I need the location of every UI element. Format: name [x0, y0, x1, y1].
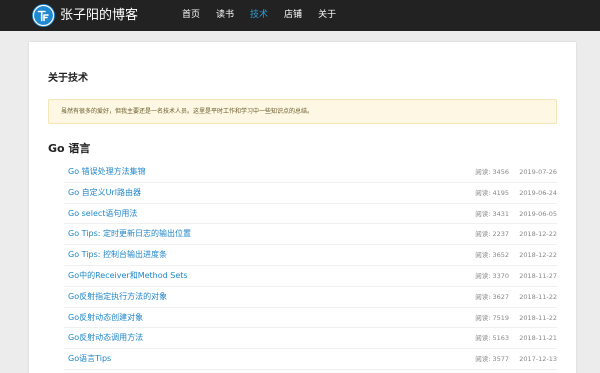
article-link[interactable]: Go反射动态创建对象	[68, 312, 143, 324]
publish-date: 2018-12-22	[519, 230, 557, 239]
top-navbar: 张子阳的博客 首页 读书 技术 店铺 关于	[0, 0, 600, 31]
nav-item-tech[interactable]: 技术	[250, 9, 268, 22]
publish-date: 2019-07-26	[519, 168, 557, 176]
view-count: 阅读: 5163	[475, 334, 509, 343]
article-meta: 阅读: 4195 2019-06-24	[475, 188, 557, 199]
article-row: Go Tips: 定时更新日志的输出位置 阅读: 2237 2018-12-22	[64, 224, 557, 246]
view-count: 阅读: 2237	[475, 230, 509, 239]
article-list: Go 错误处理方法集锦 阅读: 3456 2019-07-26 Go 自定义Url…	[64, 162, 557, 370]
publish-date: 2019-06-05	[519, 209, 557, 218]
publish-date: 2017-12-13	[519, 355, 557, 364]
article-meta: 阅读: 3456 2019-07-26	[475, 167, 557, 178]
view-count: 阅读: 3456	[475, 168, 509, 176]
article-meta: 阅读: 5163 2018-11-21	[475, 333, 557, 344]
view-count: 阅读: 3370	[475, 271, 509, 280]
intro-notice-text: 虽然有很多的爱好，但我主要还是一名技术人员。这里是平时工作和学习中一些知识点的总…	[61, 108, 314, 115]
article-row: Go反射动态创建对象 阅读: 7519 2018-11-22	[64, 308, 557, 329]
intro-notice: 虽然有很多的爱好，但我主要还是一名技术人员。这里是平时工作和学习中一些知识点的总…	[48, 99, 557, 124]
article-row: Go反射指定执行方法的对象 阅读: 3627 2018-11-22	[64, 287, 557, 308]
article-link[interactable]: Go 自定义Url路由器	[68, 187, 141, 199]
article-meta: 阅读: 7519 2018-11-22	[475, 313, 557, 324]
article-link[interactable]: Go反射指定执行方法的对象	[68, 291, 167, 303]
view-count: 阅读: 3627	[475, 292, 509, 301]
section-title-go: Go 语言	[48, 142, 91, 155]
page-title: 关于技术	[48, 73, 88, 84]
article-row: Go 错误处理方法集锦 阅读: 3456 2019-07-26	[64, 162, 557, 183]
article-link[interactable]: Go中的Receiver和Method Sets	[68, 270, 188, 282]
article-row: Go select语句用法 阅读: 3431 2019-06-05	[64, 204, 557, 225]
publish-date: 2018-11-21	[519, 334, 557, 343]
article-link[interactable]: Go 错误处理方法集锦	[68, 166, 146, 178]
publish-date: 2018-11-27	[519, 271, 557, 280]
nav-item-shop[interactable]: 店铺	[284, 9, 302, 22]
site-title[interactable]: 张子阳的博客	[60, 6, 138, 25]
article-row: Go反射动态调用方法 阅读: 5163 2018-11-21	[64, 328, 557, 350]
article-row: Go 自定义Url路由器 阅读: 4195 2019-06-24	[64, 183, 557, 204]
view-count: 阅读: 4195	[475, 188, 509, 197]
article-meta: 阅读: 3370 2018-11-27	[475, 271, 557, 282]
article-link[interactable]: Go select语句用法	[68, 208, 137, 220]
view-count: 阅读: 3431	[475, 209, 509, 218]
article-row: Go Tips: 控制台输出进度条 阅读: 3652 2018-12-22	[64, 245, 557, 266]
main-nav: 首页 读书 技术 店铺 关于	[182, 9, 352, 22]
article-row: Go中的Receiver和Method Sets 阅读: 3370 2018-11…	[64, 266, 557, 287]
article-meta: 阅读: 3652 2018-12-22	[475, 250, 557, 261]
view-count: 阅读: 7519	[475, 313, 509, 322]
article-row: Go语言Tips 阅读: 3577 2017-12-13	[64, 349, 557, 370]
article-meta: 阅读: 2237 2018-12-22	[475, 229, 557, 240]
content-card: 关于技术 虽然有很多的爱好，但我主要还是一名技术人员。这里是平时工作和学习中一些…	[29, 42, 576, 373]
article-link[interactable]: Go反射动态调用方法	[68, 332, 143, 344]
tf-logo-icon[interactable]	[32, 4, 55, 27]
publish-date: 2019-06-24	[519, 188, 557, 197]
article-meta: 阅读: 3431 2019-06-05	[475, 209, 557, 220]
article-meta: 阅读: 3577 2017-12-13	[475, 354, 557, 365]
article-link[interactable]: Go Tips: 控制台输出进度条	[68, 249, 167, 261]
publish-date: 2018-11-22	[519, 292, 557, 301]
article-meta: 阅读: 3627 2018-11-22	[475, 292, 557, 303]
nav-item-reading[interactable]: 读书	[216, 9, 234, 22]
nav-item-about[interactable]: 关于	[318, 9, 336, 22]
article-link[interactable]: Go Tips: 定时更新日志的输出位置	[68, 228, 191, 240]
nav-item-home[interactable]: 首页	[182, 9, 200, 22]
publish-date: 2018-12-22	[519, 251, 557, 260]
view-count: 阅读: 3652	[475, 251, 509, 260]
article-link[interactable]: Go语言Tips	[68, 353, 111, 365]
publish-date: 2018-11-22	[519, 313, 557, 322]
view-count: 阅读: 3577	[475, 355, 509, 364]
